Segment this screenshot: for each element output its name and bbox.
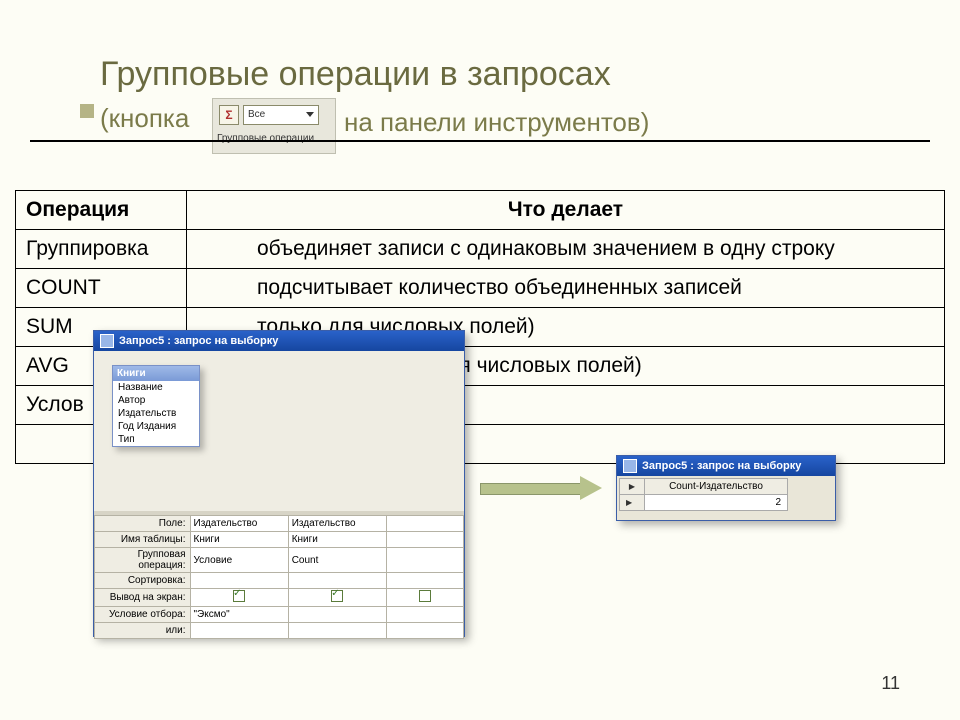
grid-cell[interactable]: Издательство [288, 516, 386, 532]
grid-cell-show[interactable] [190, 589, 288, 607]
design-upper-pane: Книги Название Автор Издательств Год Изд… [94, 351, 464, 511]
window-titlebar[interactable]: Запрос5 : запрос на выборку [617, 456, 835, 476]
checkbox-icon[interactable] [233, 590, 245, 602]
table-box[interactable]: Книги Название Автор Издательств Год Изд… [112, 365, 200, 447]
all-dropdown[interactable]: Все [243, 105, 319, 125]
window-title: Запрос5 : запрос на выборку [642, 460, 801, 472]
grid-cell[interactable]: Условие [190, 548, 288, 573]
divider [30, 140, 930, 142]
grid-cell-show[interactable] [288, 589, 386, 607]
window-icon [623, 459, 637, 473]
checkbox-icon[interactable] [419, 590, 431, 602]
grid-cell[interactable]: Count [288, 548, 386, 573]
title-bullet-square [80, 104, 94, 118]
arrow-right-icon [480, 478, 610, 498]
window-titlebar[interactable]: Запрос5 : запрос на выборку [94, 331, 464, 351]
slide-subtitle-suffix: на панели инструментов) [344, 107, 649, 138]
window-icon [100, 334, 114, 348]
grid-label-show: Вывод на экран: [95, 589, 191, 607]
checkbox-icon[interactable] [331, 590, 343, 602]
grid-cell[interactable]: Книги [288, 532, 386, 548]
result-grid: Count-Издательство 2 [619, 478, 788, 511]
desc-cell: подсчитывает количество объединенных зап… [187, 269, 945, 308]
table-box-caption: Книги [113, 366, 199, 381]
desc-cell: объединяет записи с одинаковым значением… [187, 230, 945, 269]
result-column-header[interactable]: Count-Издательство [645, 479, 788, 495]
grid-label-or: или: [95, 623, 191, 639]
design-grid[interactable]: Поле: Издательство Издательство Имя табл… [94, 515, 464, 639]
grid-cell[interactable]: Издательство [190, 516, 288, 532]
chevron-down-icon [306, 112, 314, 117]
toolbar-caption: Групповые операции [217, 133, 314, 144]
operations-header-desc: Что делает [187, 191, 945, 230]
grid-label-criteria: Условие отбора: [95, 607, 191, 623]
design-grid-pane: Поле: Издательство Издательство Имя табл… [94, 511, 464, 639]
slide-title: Групповые операции в запросах [100, 55, 611, 94]
grid-label-sort: Сортировка: [95, 573, 191, 589]
field-item[interactable]: Тип [113, 433, 199, 446]
grid-label-group: Групповая операция: [95, 548, 191, 573]
result-value[interactable]: 2 [645, 495, 788, 511]
page-number: 11 [881, 673, 900, 694]
slide-subtitle-prefix: (кнопка [100, 103, 189, 134]
grid-label-table: Имя таблицы: [95, 532, 191, 548]
grid-label-field: Поле: [95, 516, 191, 532]
sigma-button[interactable]: Σ [219, 105, 239, 125]
operations-header-op: Операция [16, 191, 187, 230]
result-corner [620, 479, 645, 495]
window-title: Запрос5 : запрос на выборку [119, 335, 278, 347]
op-cell: COUNT [16, 269, 187, 308]
field-item[interactable]: Год Издания [113, 420, 199, 433]
toolbar-thumbnail: Σ Все Групповые операции [212, 98, 336, 154]
field-item[interactable]: Название [113, 381, 199, 394]
query-design-window: Запрос5 : запрос на выборку Книги Назван… [93, 330, 465, 637]
grid-cell[interactable]: "Эксмо" [190, 607, 288, 623]
grid-cell[interactable]: Книги [190, 532, 288, 548]
row-selector[interactable] [620, 495, 645, 511]
field-item[interactable]: Издательств [113, 407, 199, 420]
query-result-window: Запрос5 : запрос на выборку Count-Издате… [616, 455, 836, 521]
all-dropdown-label: Все [248, 109, 265, 120]
op-cell: Группировка [16, 230, 187, 269]
field-item[interactable]: Автор [113, 394, 199, 407]
